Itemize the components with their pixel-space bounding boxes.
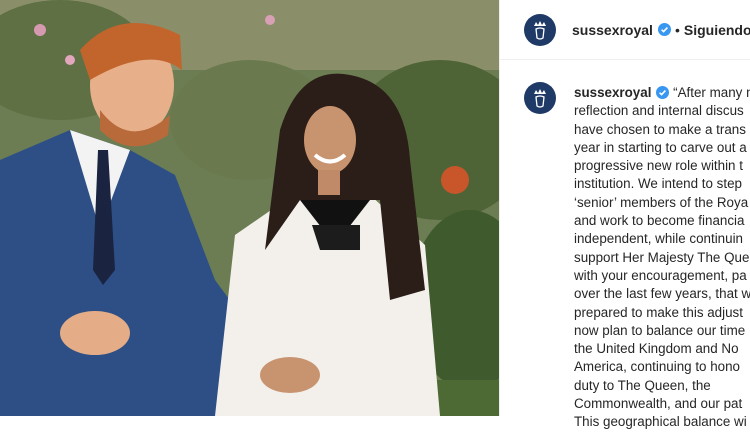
caption-line: support Her Majesty The Que [574, 249, 750, 265]
caption-line: progressive new role within t [574, 158, 743, 174]
caption-line: independent, while continuin [574, 231, 743, 247]
caption-line: This geographical balance wi [574, 414, 747, 430]
royal-crest-icon [534, 89, 546, 108]
following-button[interactable]: Siguiendo [684, 22, 750, 38]
caption-line: now plan to balance our time [574, 322, 746, 338]
caption-line: have chosen to make a trans [574, 121, 746, 137]
caption-username[interactable]: sussexroyal [574, 85, 651, 100]
caption-text: sussexroyal “After many m reflection and… [574, 84, 750, 432]
caption-line: year in starting to carve out a [574, 139, 747, 155]
caption-line: over the last few years, that w [574, 286, 750, 302]
royal-crest-icon [534, 20, 546, 40]
post-sidebar: sussexroyal • Siguiendo sussexroyal “Aft… [499, 0, 750, 429]
caption-line: Commonwealth, and our pat [574, 396, 743, 412]
caption-line: prepared to make this adjust [574, 304, 743, 320]
header-username[interactable]: sussexroyal [572, 22, 653, 38]
verified-badge-icon [657, 23, 671, 36]
caption-line-text: “After many m [673, 85, 750, 100]
caption-comment: sussexroyal “After many m reflection and… [500, 60, 750, 432]
caption-line: the United Kingdom and No [574, 341, 739, 357]
post-header: sussexroyal • Siguiendo [500, 0, 750, 60]
post-photo [0, 0, 499, 416]
caption-line: America, continuing to hono [574, 359, 740, 375]
caption-line: duty to The Queen, the [574, 377, 711, 393]
caption-line: and work to become financia [574, 213, 745, 229]
caption-avatar[interactable] [524, 82, 556, 114]
couple-photo-illustration [0, 0, 499, 416]
caption-line: ‘senior’ members of the Roya [574, 194, 749, 210]
caption-line: with your encouragement, pa [574, 267, 747, 283]
verified-badge-icon [656, 86, 670, 99]
caption-line: institution. We intend to step [574, 176, 742, 192]
follow-separator: • [674, 21, 680, 38]
profile-avatar[interactable] [524, 13, 556, 46]
caption-line: sussexroyal “After many m [574, 84, 750, 102]
caption-line: reflection and internal discus [574, 103, 744, 119]
